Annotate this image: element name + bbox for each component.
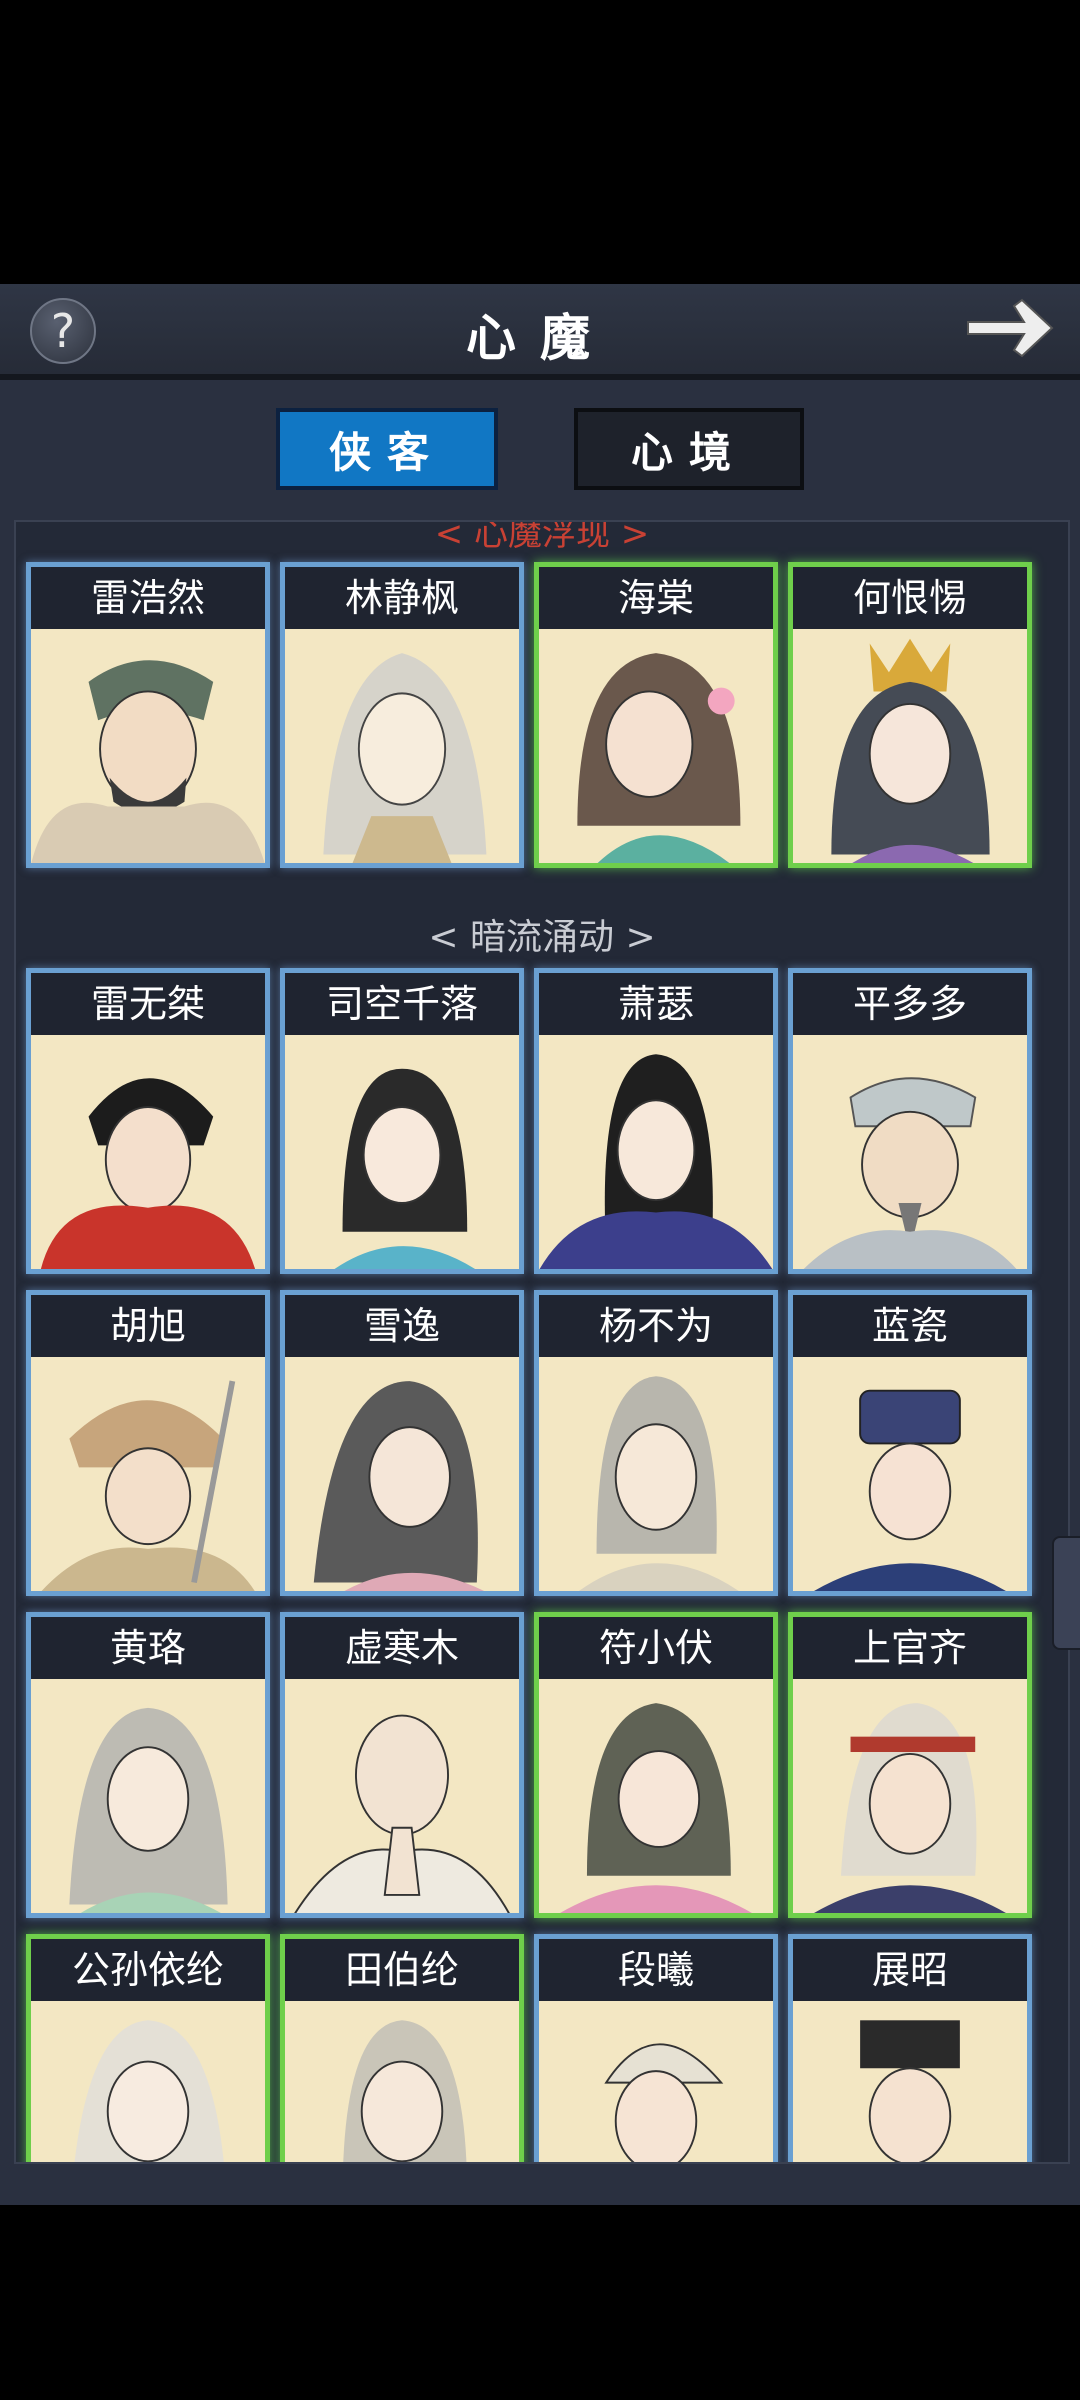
character-portrait bbox=[285, 1361, 519, 1591]
character-name: 海棠 bbox=[539, 567, 773, 629]
character-name: 司空千落 bbox=[285, 973, 519, 1035]
character-name: 段曦 bbox=[539, 1939, 773, 2001]
character-grid-panel[interactable]: < 心魔浮现 > 雷浩然 林静枫 海棠 何恨惕 < 暗流涌动 > 雷无桀 司空千… bbox=[14, 520, 1070, 2164]
character-portrait bbox=[31, 2005, 265, 2162]
character-card[interactable]: 雪逸 bbox=[280, 1290, 524, 1596]
character-name: 胡旭 bbox=[31, 1295, 265, 1357]
character-portrait bbox=[285, 1039, 519, 1269]
arrow-right-icon[interactable] bbox=[962, 292, 1058, 364]
tab-heroes[interactable]: 侠客 bbox=[276, 408, 498, 490]
character-portrait bbox=[793, 1361, 1027, 1591]
character-card[interactable]: 蓝瓷 bbox=[788, 1290, 1032, 1596]
character-card[interactable]: 展昭 bbox=[788, 1934, 1032, 2162]
character-card[interactable]: 田伯纶 bbox=[280, 1934, 524, 2162]
character-card[interactable]: 何恨惕 bbox=[788, 562, 1032, 868]
character-portrait bbox=[793, 2005, 1027, 2162]
navigation-area bbox=[0, 2205, 1080, 2400]
character-card[interactable]: 司空千落 bbox=[280, 968, 524, 1274]
character-card[interactable]: 胡旭 bbox=[26, 1290, 270, 1596]
character-portrait bbox=[539, 2005, 773, 2162]
header: ? 心魔 bbox=[0, 284, 1080, 380]
status-area bbox=[0, 0, 1080, 284]
character-card[interactable]: 黄珞 bbox=[26, 1612, 270, 1918]
character-name: 虚寒木 bbox=[285, 1617, 519, 1679]
character-card[interactable]: 虚寒木 bbox=[280, 1612, 524, 1918]
character-name: 符小伏 bbox=[539, 1617, 773, 1679]
character-portrait bbox=[539, 1361, 773, 1591]
character-card[interactable]: 公孙依纶 bbox=[26, 1934, 270, 2162]
character-portrait bbox=[285, 633, 519, 863]
character-card[interactable]: 上官齐 bbox=[788, 1612, 1032, 1918]
section-label-middle: < 暗流涌动 > bbox=[428, 917, 656, 958]
character-name: 雷浩然 bbox=[31, 567, 265, 629]
character-portrait bbox=[539, 633, 773, 863]
character-name: 杨不为 bbox=[539, 1295, 773, 1357]
page-title: 心魔 bbox=[466, 308, 614, 367]
character-name: 黄珞 bbox=[31, 1617, 265, 1679]
character-name: 何恨惕 bbox=[793, 567, 1027, 629]
character-name: 展昭 bbox=[793, 1939, 1027, 2001]
character-card[interactable]: 海棠 bbox=[534, 562, 778, 868]
character-portrait bbox=[31, 1683, 265, 1913]
character-name: 上官齐 bbox=[793, 1617, 1027, 1679]
character-name: 林静枫 bbox=[285, 567, 519, 629]
tab-bar: 侠客 心境 bbox=[0, 380, 1080, 510]
character-portrait bbox=[31, 1361, 265, 1591]
character-card[interactable]: 林静枫 bbox=[280, 562, 524, 868]
character-card[interactable]: 雷无桀 bbox=[26, 968, 270, 1274]
character-portrait bbox=[793, 1039, 1027, 1269]
character-name: 蓝瓷 bbox=[793, 1295, 1027, 1357]
character-name: 平多多 bbox=[793, 973, 1027, 1035]
character-portrait bbox=[285, 1683, 519, 1913]
character-portrait bbox=[793, 633, 1027, 863]
heart-demon-screen: ? 心魔 侠客 心境 < 心魔浮现 > 雷浩然 林静枫 海棠 何恨惕 < 暗流涌… bbox=[0, 284, 1080, 2205]
character-portrait bbox=[31, 633, 265, 863]
tab-mindset[interactable]: 心境 bbox=[574, 408, 804, 490]
character-name: 雷无桀 bbox=[31, 973, 265, 1035]
character-card[interactable]: 段曦 bbox=[534, 1934, 778, 2162]
character-portrait bbox=[285, 2005, 519, 2162]
character-name: 田伯纶 bbox=[285, 1939, 519, 2001]
character-portrait bbox=[793, 1683, 1027, 1913]
character-card[interactable]: 雷浩然 bbox=[26, 562, 270, 868]
character-card[interactable]: 杨不为 bbox=[534, 1290, 778, 1596]
character-name: 雪逸 bbox=[285, 1295, 519, 1357]
character-card[interactable]: 萧瑟 bbox=[534, 968, 778, 1274]
section-label-top: < 心魔浮现 > bbox=[434, 520, 650, 554]
character-portrait bbox=[539, 1683, 773, 1913]
character-card[interactable]: 平多多 bbox=[788, 968, 1032, 1274]
character-name: 萧瑟 bbox=[539, 973, 773, 1035]
character-card[interactable]: 符小伏 bbox=[534, 1612, 778, 1918]
character-portrait bbox=[539, 1039, 773, 1269]
character-portrait bbox=[31, 1039, 265, 1269]
side-drawer-handle[interactable] bbox=[1052, 1536, 1080, 1650]
character-name: 公孙依纶 bbox=[31, 1939, 265, 2001]
